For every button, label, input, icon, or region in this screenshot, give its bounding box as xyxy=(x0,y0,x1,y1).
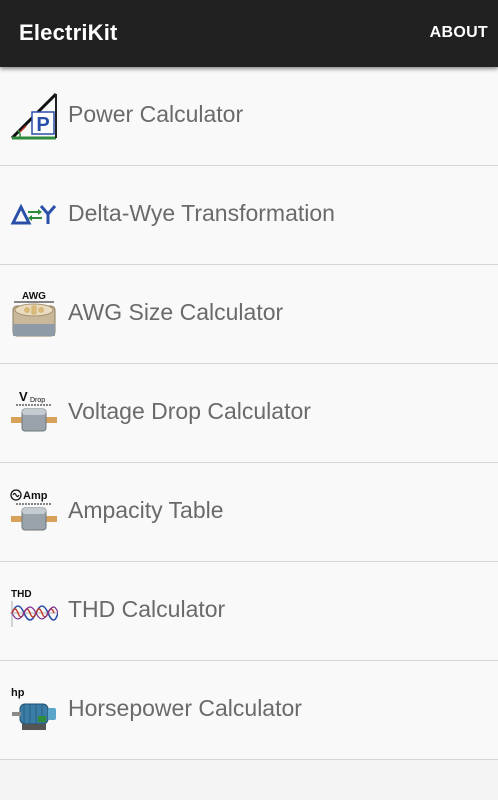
awg-cable-icon: AWG xyxy=(10,290,58,338)
menu-item-label: Power Calculator xyxy=(68,101,244,127)
svg-text:P: P xyxy=(36,114,49,136)
menu-item-label: THD Calculator xyxy=(68,596,226,622)
app-title: ElectriKit xyxy=(19,20,118,45)
menu-item-voltage-drop[interactable]: V Drop Voltage Drop Calculator xyxy=(0,364,498,463)
app-bar: ElectriKit ABOUT xyxy=(0,0,498,67)
svg-text:Drop: Drop xyxy=(30,397,45,404)
power-triangle-icon: P xyxy=(10,92,58,140)
menu-item-label: Horsepower Calculator xyxy=(68,695,302,721)
svg-text:hp: hp xyxy=(11,687,25,699)
menu-item-label: Ampacity Table xyxy=(68,497,224,523)
svg-text:V: V xyxy=(19,389,28,404)
menu-item-label: AWG Size Calculator xyxy=(68,299,284,325)
menu-item-ampacity-table[interactable]: Amp Ampacity Table xyxy=(0,463,498,562)
about-button[interactable]: ABOUT xyxy=(430,24,488,42)
calculator-list: P Power Calculator Delta-Wye Transformat… xyxy=(0,67,498,760)
menu-item-power-calculator[interactable]: P Power Calculator xyxy=(0,67,498,166)
delta-wye-icon xyxy=(10,191,58,239)
menu-item-label: Delta-Wye Transformation xyxy=(68,200,335,226)
svg-text:AWG: AWG xyxy=(22,291,46,302)
ampacity-icon: Amp xyxy=(10,488,58,536)
menu-item-delta-wye[interactable]: Delta-Wye Transformation xyxy=(0,166,498,265)
svg-text:THD: THD xyxy=(11,589,32,600)
menu-item-awg-size[interactable]: AWG AWG Size Calculator xyxy=(0,265,498,364)
thd-waveform-icon: THD xyxy=(10,587,58,635)
menu-item-horsepower[interactable]: hp Horsepower Calculator xyxy=(0,661,498,760)
menu-item-label: Voltage Drop Calculator xyxy=(68,398,311,424)
menu-item-thd-calculator[interactable]: THD THD Calculator xyxy=(0,562,498,661)
voltage-drop-icon: V Drop xyxy=(10,389,58,437)
svg-text:Amp: Amp xyxy=(23,490,48,502)
motor-icon: hp xyxy=(10,686,58,734)
